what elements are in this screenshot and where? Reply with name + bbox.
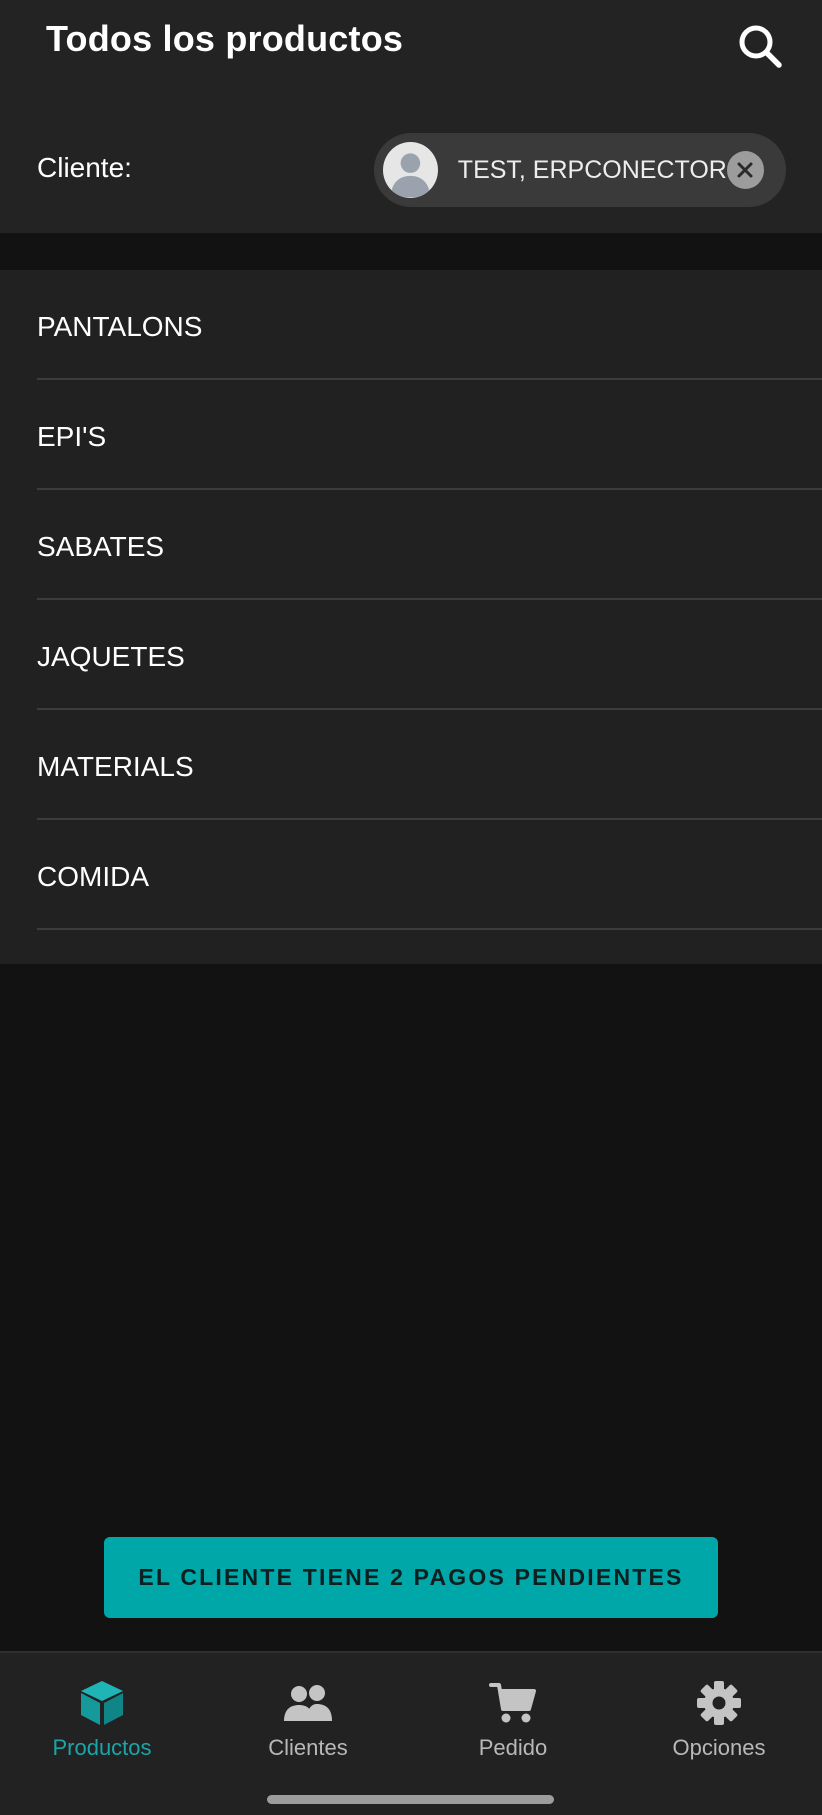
- category-list: PANTALONS EPI'S SABATES JAQUETES MATERIA…: [0, 270, 822, 964]
- category-label: EPI'S: [37, 421, 107, 452]
- nav-item-pedido[interactable]: Pedido: [423, 1679, 603, 1779]
- cart-icon: [489, 1683, 536, 1723]
- pending-payments-button[interactable]: EL CLIENTE TIENE 2 PAGOS PENDIENTES: [104, 1537, 718, 1618]
- category-item-comida[interactable]: COMIDA: [0, 820, 822, 930]
- category-label: COMIDA: [37, 861, 149, 892]
- category-item-pantalons[interactable]: PANTALONS: [0, 270, 822, 380]
- gear-icon: [697, 1681, 741, 1725]
- close-icon: [737, 162, 753, 178]
- category-label: MATERIALS: [37, 751, 194, 782]
- app-screen: Todos los productos Cliente: TEST, ERPCO…: [0, 0, 822, 1815]
- category-label: PANTALONS: [37, 311, 203, 342]
- category-item-sabates[interactable]: SABATES: [0, 490, 822, 600]
- client-name: TEST, ERPCONECTOR: [457, 155, 727, 184]
- selected-client-chip[interactable]: TEST, ERPCONECTOR: [374, 133, 786, 207]
- nav-item-opciones[interactable]: Opciones: [629, 1679, 809, 1779]
- category-label: JAQUETES: [37, 641, 185, 672]
- category-label: SABATES: [37, 531, 165, 562]
- top-app-bar: Todos los productos Cliente: TEST, ERPCO…: [0, 0, 822, 233]
- search-button[interactable]: [730, 16, 790, 76]
- bottom-navigation: Productos Clientes Pedido Opciones: [0, 1651, 822, 1815]
- nav-item-productos[interactable]: Productos: [12, 1679, 192, 1779]
- home-indicator[interactable]: [267, 1795, 554, 1804]
- nav-item-clientes[interactable]: Clientes: [218, 1679, 398, 1779]
- nav-label: Pedido: [478, 1735, 548, 1760]
- search-icon: [739, 25, 782, 68]
- clear-client-button[interactable]: [726, 151, 764, 189]
- nav-label: Productos: [52, 1735, 152, 1760]
- nav-label: Opciones: [672, 1735, 766, 1760]
- page-title: Todos los productos: [46, 18, 404, 59]
- category-item-materials[interactable]: MATERIALS: [0, 710, 822, 820]
- nav-label: Clientes: [268, 1735, 348, 1760]
- box-icon: [81, 1681, 123, 1725]
- category-item-epis[interactable]: EPI'S: [0, 380, 822, 490]
- users-icon: [284, 1685, 332, 1721]
- category-item-jaquetes[interactable]: JAQUETES: [0, 600, 822, 710]
- client-label: Cliente:: [37, 152, 132, 183]
- person-avatar-icon: [383, 142, 438, 198]
